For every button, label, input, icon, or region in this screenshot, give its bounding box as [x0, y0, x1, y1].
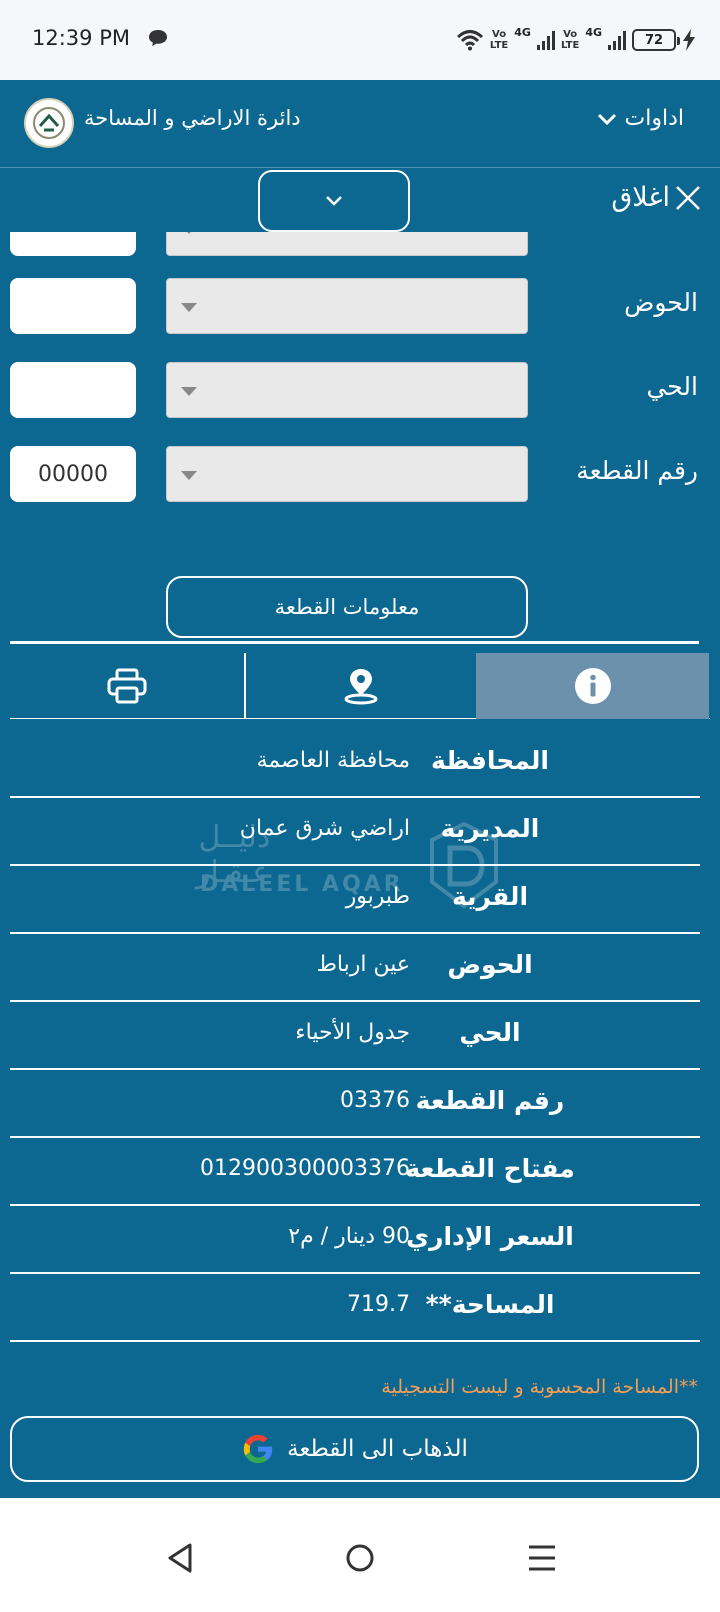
parcel-info-button[interactable]: معلومات القطعة	[166, 576, 528, 638]
table-row: المساحة** 719.7	[10, 1274, 700, 1342]
table-row: القرية طبربور	[10, 866, 700, 934]
row-key: الحوض	[447, 950, 533, 979]
status-icons: Vo LTE 4G Vo LTE 4G 72	[456, 24, 696, 56]
system-nav-bar	[0, 1498, 720, 1612]
row-key: رقم القطعة	[415, 1086, 565, 1115]
back-button[interactable]	[160, 1538, 200, 1578]
network-4g-1: 4G	[514, 26, 531, 39]
network-4g-2: 4G	[585, 26, 602, 39]
menu-lines-icon	[529, 1545, 555, 1571]
row-key: الحي	[459, 1018, 521, 1047]
google-icon	[243, 1434, 273, 1464]
table-row: الحي جدول الأحياء	[10, 1002, 700, 1070]
area-footnote: **المساحة المحسوبة و ليست التسجيلية	[381, 1376, 698, 1398]
row-value: 90 دينار / م٢	[288, 1224, 410, 1249]
district-label: الحي	[646, 372, 698, 401]
tab-print[interactable]	[10, 653, 243, 719]
parcel-details-table: المحافظة محافظة العاصمة المديرية اراضي ش…	[10, 730, 700, 1342]
chevron-down-icon	[326, 196, 342, 206]
site-logo[interactable]	[24, 98, 74, 148]
tools-menu[interactable]: اداوات	[597, 106, 684, 131]
go-to-parcel-button[interactable]: الذهاب الى القطعة	[10, 1416, 699, 1482]
form-row-basin: الحوض	[0, 278, 720, 334]
location-pin-icon	[344, 669, 378, 705]
charging-bolt-icon	[683, 29, 695, 51]
row-key: المحافظة	[430, 746, 549, 775]
home-button[interactable]	[340, 1538, 380, 1578]
site-title[interactable]: دائرة الاراضي و المساحة	[84, 106, 301, 130]
row-value: جدول الأحياء	[295, 1020, 410, 1045]
search-form: الحوض الحي 00000 رقم القطعة	[0, 232, 720, 632]
row-key: المساحة**	[425, 1290, 555, 1319]
row-value: عين ارباط	[316, 952, 410, 977]
row-value: اراضي شرق عمان	[239, 816, 410, 841]
row-value: طبربور	[345, 884, 410, 909]
row-value: 719.7	[347, 1292, 410, 1317]
signal-icon-2	[608, 30, 626, 50]
home-circle-icon	[346, 1544, 374, 1572]
tab-location[interactable]	[244, 653, 476, 719]
table-row: المحافظة محافظة العاصمة	[10, 730, 700, 798]
form-row-parcel: 00000 رقم القطعة	[0, 446, 720, 502]
parcel-number-input[interactable]: 00000	[10, 446, 136, 502]
parcel-label: رقم القطعة	[576, 456, 698, 485]
row-key: القرية	[451, 882, 529, 911]
row-key: المديرية	[440, 814, 540, 843]
row-value: 03376	[340, 1088, 410, 1113]
signal-icon-1	[536, 30, 555, 50]
row-key: السعر الإداري	[406, 1222, 574, 1251]
row-key: مفتاح القطعة	[405, 1154, 575, 1183]
partial-select[interactable]	[166, 232, 528, 256]
basin-label: الحوض	[624, 288, 698, 317]
volte-indicator-1: Vo LTE	[489, 29, 509, 51]
partial-number-input[interactable]	[10, 232, 136, 256]
status-bar: 12:39 PM Vo LTE 4G Vo LTE 4G 72	[0, 0, 720, 80]
battery-icon: 72	[632, 29, 680, 51]
district-select[interactable]	[166, 362, 528, 418]
table-row: السعر الإداري 90 دينار / م٢	[10, 1206, 700, 1274]
row-value: 012900300003376	[200, 1156, 410, 1181]
tab-info[interactable]	[476, 653, 709, 719]
basin-number-input[interactable]	[10, 278, 136, 334]
basin-select[interactable]	[166, 278, 528, 334]
divider	[10, 641, 699, 644]
close-label: اغلاق	[611, 182, 670, 213]
chevron-down-icon	[597, 113, 616, 125]
info-icon	[574, 668, 611, 704]
table-row: الحوض عين ارباط	[10, 934, 700, 1002]
battery-level: 72	[644, 32, 664, 48]
recents-button[interactable]	[522, 1538, 562, 1578]
go-to-parcel-label: الذهاب الى القطعة	[287, 1436, 468, 1462]
clock: 12:39 PM	[32, 26, 130, 50]
volte-indicator-2: Vo LTE	[560, 29, 580, 51]
form-row-district: الحي	[0, 362, 720, 418]
form-row-partial	[0, 232, 720, 256]
message-icon	[149, 30, 167, 46]
app-container: دائرة الاراضي و المساحة اداوات اغلاق الح…	[0, 80, 720, 1498]
back-triangle-icon	[168, 1543, 192, 1573]
close-panel-button[interactable]: اغلاق	[611, 182, 702, 213]
printer-icon	[107, 668, 146, 704]
table-row: رقم القطعة 03376	[10, 1070, 700, 1138]
close-icon	[676, 185, 700, 210]
dls-emblem-icon	[33, 107, 65, 139]
table-row: المديرية اراضي شرق عمان	[10, 798, 700, 866]
parcel-select[interactable]	[166, 446, 528, 502]
row-value: محافظة العاصمة	[256, 748, 410, 773]
result-tabs	[10, 653, 710, 719]
collapse-panel-button[interactable]	[258, 170, 410, 232]
district-number-input[interactable]	[10, 362, 136, 418]
table-row: مفتاح القطعة 012900300003376	[10, 1138, 700, 1206]
wifi-icon	[456, 30, 483, 51]
app-header: دائرة الاراضي و المساحة اداوات	[0, 80, 720, 168]
tools-menu-label: اداوات	[624, 106, 684, 131]
